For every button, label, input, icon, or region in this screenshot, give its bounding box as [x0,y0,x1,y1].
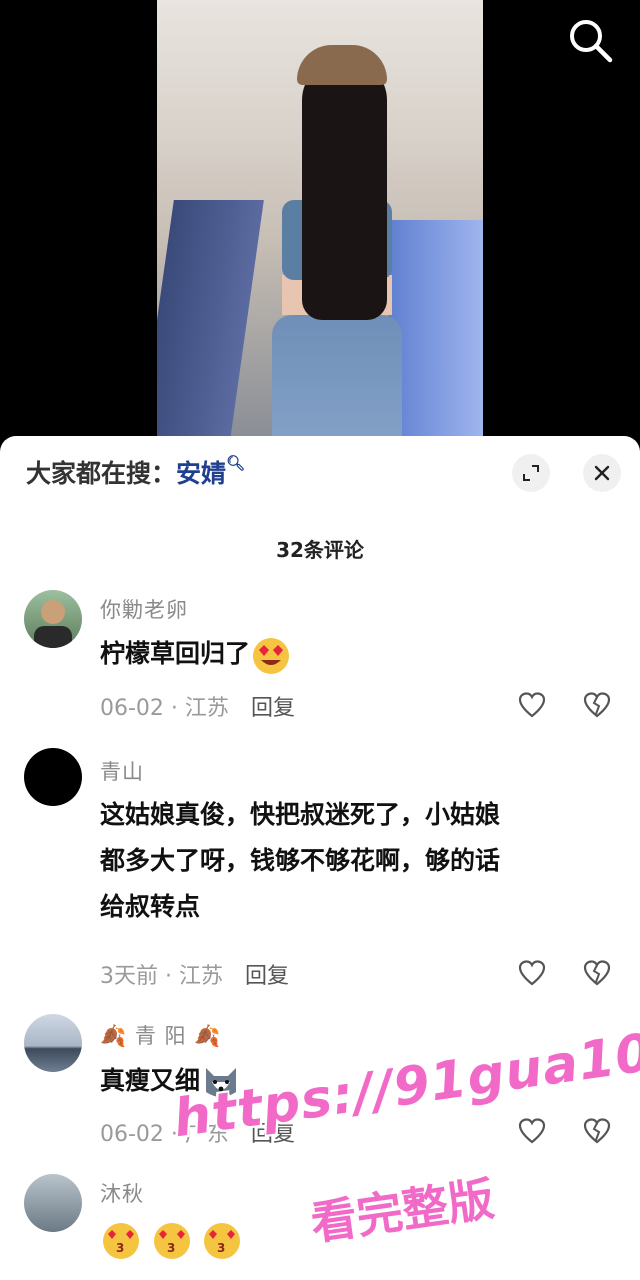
comment-sheet: 大家都在搜：安婧🔍︎ 32条评论 你勦老卵 柠檬草回归了 06-02 · 江苏回… [0,436,640,1280]
leaf-icon: 🍂 [100,1024,128,1048]
like-heart-icon[interactable] [517,690,547,720]
video-frame [157,0,483,437]
comment-date: 06-02 [100,1122,164,1147]
comment-location: 江苏 [178,964,223,989]
husky-emoji-icon [206,1068,237,1097]
username[interactable]: 🍂 青 阳 🍂 [100,1020,221,1050]
username[interactable]: 沐秋 [100,1178,144,1208]
comment-item: 你勦老卵 柠檬草回归了 06-02 · 江苏 回复 [0,586,640,731]
search-icon: 🔍︎ [226,454,246,472]
leaf-icon: 🍂 [194,1024,222,1048]
comment-text-content: 柠檬草回归了 [100,639,251,668]
svg-text:3: 3 [217,1241,225,1255]
comment-text-line: 这姑娘真俊，快把叔迷死了，小姑娘 [100,800,501,829]
comment-meta: 06-02 · 广东 回复 [100,1122,295,1147]
dislike-broken-heart-icon[interactable] [582,690,612,720]
dislike-broken-heart-icon[interactable] [582,958,612,988]
video-subject [262,40,412,437]
comment-count: 32条评论 [276,538,364,562]
kissing-heart-emoji-icon: 3 [103,1223,139,1259]
expand-button[interactable] [512,454,550,492]
comment-text: 这姑娘真俊，快把叔迷死了，小姑娘 都多大了呀，钱够不够花啊，够的话 给叔转点 [100,792,615,930]
comment-text-content: 真瘦又细 [100,1066,201,1095]
comment-location: 广东 [184,1122,229,1147]
like-heart-icon[interactable] [517,958,547,988]
avatar[interactable] [24,1014,82,1072]
dislike-broken-heart-icon[interactable] [582,1116,612,1146]
comment-location: 江苏 [184,696,229,721]
svg-text:3: 3 [167,1241,175,1255]
comment-meta: 3天前 · 江苏 回复 [100,964,290,989]
comment-meta: 06-02 · 江苏 回复 [100,696,295,721]
avatar[interactable] [24,1174,82,1232]
comment-text-line: 给叔转点 [100,892,201,921]
reply-button[interactable]: 回复 [251,1122,295,1147]
comment-text: 真瘦又细 [100,1058,615,1104]
comment-text: 柠檬草回归了 [100,631,615,677]
kissing-heart-emoji-icon: 3 [153,1223,190,1259]
hot-search-keyword[interactable]: 安婧 [176,459,226,488]
hot-search-bar[interactable]: 大家都在搜：安婧🔍︎ [26,454,245,490]
heart-eyes-emoji-icon [253,638,290,674]
search-icon[interactable] [566,16,614,64]
like-heart-icon[interactable] [517,1116,547,1146]
expand-icon [523,465,539,481]
comment-date: 06-02 [100,696,164,721]
reply-button[interactable]: 回复 [251,696,295,721]
close-icon [594,465,610,481]
username[interactable]: 你勦老卵 [100,594,188,624]
hot-search-prefix: 大家都在搜： [26,459,177,488]
svg-text:3: 3 [116,1241,124,1255]
escalator-left [157,200,264,437]
username-text: 青 阳 [134,1024,187,1048]
avatar[interactable] [24,748,82,806]
video-player[interactable] [0,0,640,440]
comment-text: 3 3 3 [100,1216,615,1262]
comment-item: 青山 这姑娘真俊，快把叔迷死了，小姑娘 都多大了呀，钱够不够花啊，够的话 给叔转… [0,746,640,1006]
comment-text-line: 都多大了呀，钱够不够花啊，够的话 [100,846,501,875]
comment-date: 3天前 [100,964,158,989]
username[interactable]: 青山 [100,756,144,786]
comment-item: 🍂 青 阳 🍂 真瘦又细 06-02 · 广东 回复 [0,1014,640,1164]
avatar[interactable] [24,590,82,648]
kissing-heart-emoji-icon: 3 [204,1223,241,1259]
reply-button[interactable]: 回复 [245,964,289,989]
comment-item: 沐秋 3 3 3 [0,1172,640,1280]
close-button[interactable] [583,454,621,492]
